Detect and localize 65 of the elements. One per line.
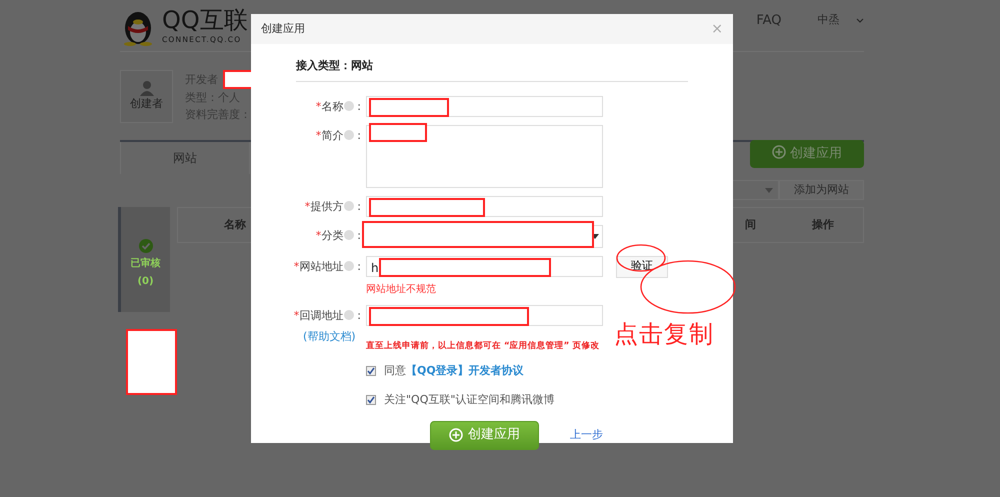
required-mark: * [316, 128, 322, 144]
field-label: 回调地址 [299, 308, 344, 324]
field-label: 提供方 [310, 198, 344, 214]
caret-icon [764, 188, 772, 192]
help-icon [344, 230, 354, 240]
url-field[interactable]: h [366, 256, 603, 276]
column-header: 操作 [812, 216, 835, 233]
add-website-button[interactable]: 添加为网站 [779, 180, 864, 200]
help-icon [344, 100, 354, 110]
required-mark: * [294, 258, 300, 274]
status-label: 已审核 [130, 256, 160, 271]
colon: : [357, 98, 361, 114]
redaction-box [126, 329, 177, 395]
help-icon [344, 260, 354, 270]
input-field[interactable] [366, 304, 603, 326]
help-icon [344, 200, 354, 210]
dialog-title: 创建应用 [261, 20, 305, 37]
colon: : [357, 128, 361, 144]
create-app-button[interactable]: 创建应用 [750, 140, 864, 168]
colon: : [357, 228, 361, 244]
nav-link[interactable]: FAQ [756, 10, 782, 30]
checkbox[interactable] [366, 366, 376, 376]
status-tab[interactable]: 已审核 (0) [118, 207, 170, 312]
required-mark: * [316, 98, 322, 114]
logo-title: QQ互联 [162, 6, 248, 34]
colon: : [357, 308, 361, 324]
colon: : [357, 198, 361, 214]
error-message: 网站地址不规范 [366, 282, 437, 296]
required-mark: * [304, 198, 310, 214]
input-field[interactable] [366, 196, 603, 216]
create-app-button[interactable]: 创建应用 [430, 420, 539, 450]
checkbox-label: 同意【QQ登录】开发者协议 [384, 362, 524, 378]
column-header: 间 [745, 216, 757, 233]
user-name[interactable]: 中烝 [818, 12, 840, 29]
avatar-label: 创建者 [130, 96, 163, 112]
help-icon [344, 130, 354, 140]
required-mark: * [294, 308, 300, 324]
checkbox-label: 关注"QQ互联"认证空间和腾讯微博 [384, 392, 554, 408]
verify-button[interactable]: 验证 [616, 256, 668, 278]
notice-text: 直至上线申请前，以上信息都可在 “应用信息管理” 页修改 [366, 340, 600, 353]
redaction-box [369, 122, 427, 142]
plus-icon [449, 428, 463, 442]
field-value: h [371, 260, 379, 274]
checkbox[interactable] [366, 395, 376, 406]
column-header: 名称 [224, 216, 247, 233]
colon: : [357, 258, 361, 274]
annotation-text: 点击复制 [614, 319, 714, 350]
tab[interactable]: 网站 [120, 142, 250, 174]
help-icon [344, 310, 354, 320]
user-icon [140, 80, 154, 96]
field-label: 网站地址 [299, 258, 344, 274]
field-label: 简介 [321, 128, 344, 144]
required-mark: * [316, 228, 322, 244]
help-link[interactable]: (帮助文档) [303, 328, 356, 345]
field-label: 名称 [321, 98, 344, 114]
caret-icon [856, 18, 864, 23]
plus-icon [772, 145, 786, 160]
back-link[interactable]: 上一步 [570, 426, 603, 444]
close-button[interactable]: × [711, 18, 723, 40]
status-count: (0) [137, 274, 154, 288]
agreement-link[interactable]: 【QQ登录】开发者协议 [406, 364, 524, 376]
check-icon [138, 239, 152, 253]
input-field[interactable] [366, 96, 603, 116]
field-label: 分类 [321, 228, 344, 244]
section-heading: 接入类型：网站 [296, 58, 688, 82]
